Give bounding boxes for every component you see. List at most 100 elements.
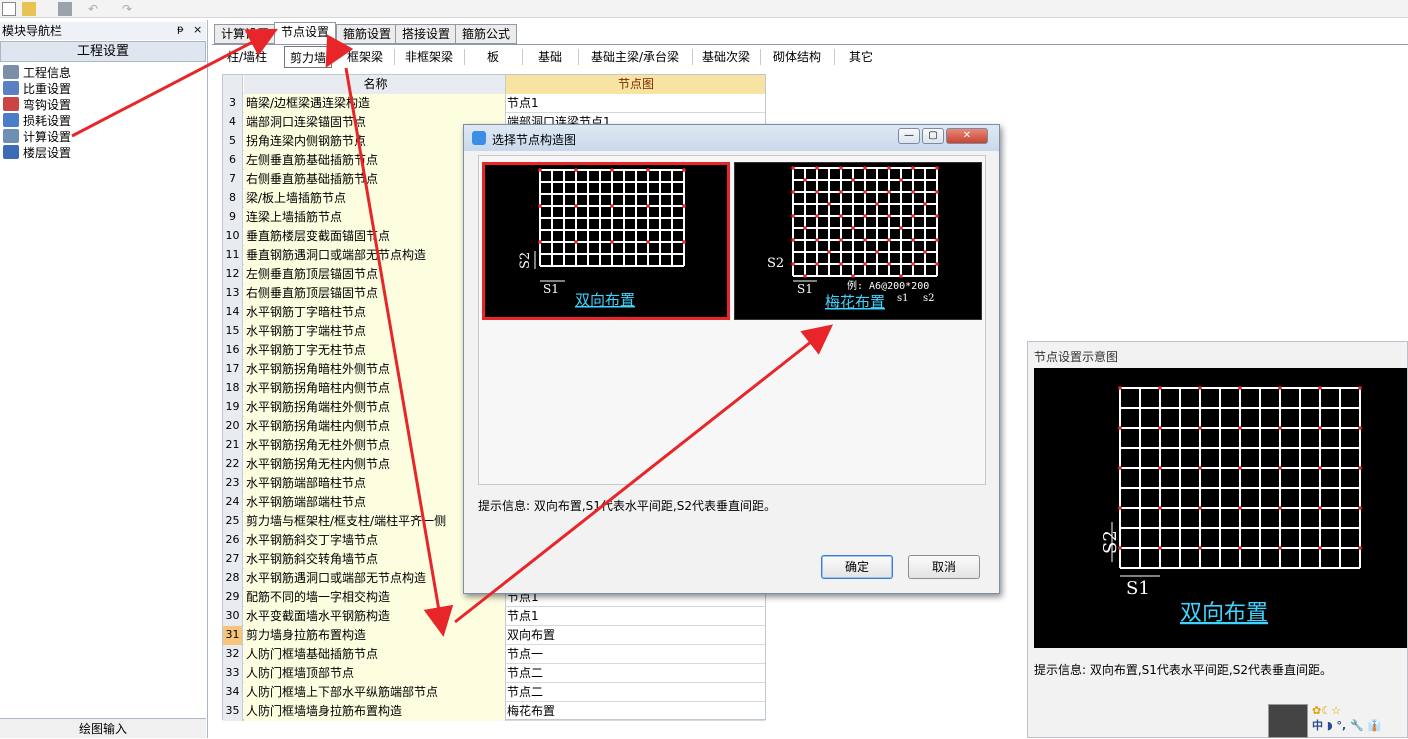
preview-caption: 双向布置 bbox=[1180, 601, 1268, 626]
subtab-slab[interactable]: 板 bbox=[468, 46, 518, 68]
row-index: 8 bbox=[223, 189, 243, 208]
nav-item-calc[interactable]: 计算设置 bbox=[3, 129, 71, 145]
nav-item-loss[interactable]: 损耗设置 bbox=[3, 113, 71, 129]
option-quincunx[interactable]: S2 S1 例: A6@200*200 s1 s2 梅花布置 bbox=[734, 162, 982, 320]
preview-tie-point bbox=[1118, 466, 1122, 470]
s1-label: S1 bbox=[1126, 578, 1150, 599]
quincunx-tie-point bbox=[911, 214, 915, 218]
table-row[interactable]: 31剪力墙身拉筋布置构造双向布置··· bbox=[223, 626, 765, 645]
preview-tie-point bbox=[1318, 386, 1322, 390]
subtab-shear-wall[interactable]: 剪力墙 bbox=[284, 46, 332, 68]
preview-tie-point bbox=[1358, 426, 1362, 430]
close-icon[interactable]: × bbox=[193, 23, 202, 36]
subtab-column[interactable]: 柱/墙柱 bbox=[218, 46, 276, 68]
row-index: 21 bbox=[223, 436, 243, 455]
quincunx-tie-point bbox=[815, 262, 819, 266]
pin-icon[interactable]: ᵽ bbox=[177, 24, 184, 35]
preview-tie-point bbox=[1198, 546, 1202, 550]
quincunx-tie-point bbox=[923, 202, 927, 206]
row-index: 25 bbox=[223, 512, 243, 531]
row-index: 3 bbox=[223, 94, 243, 113]
subtab-separator bbox=[464, 49, 465, 65]
preview-tie-point bbox=[1238, 506, 1242, 510]
option-bidirectional[interactable]: S2 S1 双向布置 bbox=[482, 162, 730, 320]
section-header-project-settings[interactable]: 工程设置 bbox=[0, 41, 206, 62]
nav-item-floor[interactable]: 楼层设置 bbox=[3, 145, 71, 161]
quincunx-tie-point bbox=[839, 238, 843, 242]
subtab-other[interactable]: 其它 bbox=[838, 46, 884, 68]
table-row[interactable]: 35 人防门框墙墙身拉筋布置构造 梅花布置 bbox=[223, 702, 765, 721]
quincunx-tie-point bbox=[875, 250, 879, 254]
row-node-value[interactable]: 节点1 bbox=[506, 607, 765, 626]
preview-tie-point bbox=[1358, 506, 1362, 510]
row-index: 15 bbox=[223, 322, 243, 341]
row-index: 30 bbox=[223, 607, 243, 626]
quincunx-diagram: S2 S1 例: A6@200*200s1 s2 梅花布置 bbox=[767, 166, 939, 311]
preview-tie-point bbox=[1158, 546, 1162, 550]
row-index: 35 bbox=[223, 702, 243, 721]
row-index: 12 bbox=[223, 265, 243, 284]
minimize-button[interactable]: — bbox=[898, 128, 920, 144]
preview-tie-point bbox=[1278, 546, 1282, 550]
example-label: 例: A6@200*200 bbox=[847, 279, 929, 292]
quincunx-tie-point bbox=[911, 238, 915, 242]
nav-item-project-info[interactable]: 工程信息 bbox=[3, 65, 71, 81]
nav-item-weight[interactable]: 比重设置 bbox=[3, 81, 71, 97]
table-row[interactable]: 34 人防门框墙上下部水平纵筋端部节点 节点二 bbox=[223, 683, 765, 702]
row-node-value[interactable]: 节点二 bbox=[506, 664, 765, 683]
undo-icon[interactable]: ↶ bbox=[88, 2, 102, 16]
new-file-icon[interactable] bbox=[2, 2, 16, 16]
ime-tray[interactable]: ✿☾☆ 中 ◗ °, 🔧 👔 bbox=[1308, 704, 1408, 738]
subtab-foundation[interactable]: 基础 bbox=[526, 46, 574, 68]
tab-stirrup-formula[interactable]: 箍筋公式 bbox=[455, 24, 518, 44]
tab-calc-settings[interactable]: 计算设置 bbox=[214, 24, 277, 44]
preview-tie-point bbox=[1318, 546, 1322, 550]
bidirectional-tie-point bbox=[646, 240, 650, 244]
tab-lap-settings[interactable]: 搭接设置 bbox=[395, 24, 458, 44]
subtab-non-frame-beam[interactable]: 非框架梁 bbox=[398, 46, 460, 68]
tab-stirrup-settings[interactable]: 箍筋设置 bbox=[336, 24, 399, 44]
nav-item-hook[interactable]: 弯钩设置 bbox=[3, 97, 71, 113]
save-icon[interactable] bbox=[58, 2, 72, 16]
row-node-value[interactable]: 梅花布置 bbox=[506, 702, 765, 721]
quincunx-tie-point bbox=[911, 166, 915, 170]
row-index: 4 bbox=[223, 113, 243, 132]
restore-button[interactable]: ▢ bbox=[922, 128, 944, 144]
hook-icon bbox=[3, 97, 19, 111]
subtab-foundation-main-beam[interactable]: 基础主梁/承台梁 bbox=[582, 46, 688, 68]
row-node-value[interactable]: 双向布置··· bbox=[506, 626, 765, 645]
tab-node-settings[interactable]: 节点设置 bbox=[274, 22, 337, 45]
table-row[interactable]: 33 人防门框墙顶部节点 节点二 bbox=[223, 664, 765, 683]
table-row[interactable]: 30 水平变截面墙水平钢筋构造 节点1 bbox=[223, 607, 765, 626]
table-row[interactable]: 32 人防门框墙基础插筋节点 节点一 bbox=[223, 645, 765, 664]
quincunx-tie-point bbox=[851, 274, 855, 278]
nav-panel-title: 模块导航栏 bbox=[0, 22, 206, 40]
subtab-foundation-secondary-beam[interactable]: 基础次梁 bbox=[696, 46, 756, 68]
preview-tie-point bbox=[1358, 546, 1362, 550]
subtab-frame-beam[interactable]: 框架梁 bbox=[340, 46, 390, 68]
redo-icon[interactable]: ↷ bbox=[122, 2, 136, 16]
open-folder-icon[interactable] bbox=[22, 2, 36, 16]
row-header-corner bbox=[223, 75, 243, 94]
cancel-button[interactable]: 取消 bbox=[908, 555, 980, 579]
row-node-value[interactable]: 节点1 bbox=[506, 94, 765, 113]
row-node-value[interactable]: 节点二 bbox=[506, 683, 765, 702]
subtab-separator bbox=[394, 49, 395, 65]
quincunx-tie-point bbox=[899, 274, 903, 278]
bidirectional-tie-point bbox=[610, 168, 614, 172]
subtab-separator bbox=[834, 49, 835, 65]
table-row[interactable]: 3 暗梁/边框梁遇连梁构造 节点1 bbox=[223, 94, 765, 113]
close-button[interactable]: ✕ bbox=[946, 128, 988, 144]
bidirectional-tie-point bbox=[682, 240, 686, 244]
column-header-node-diagram: 节点图 bbox=[506, 75, 765, 94]
subtab-masonry[interactable]: 砌体结构 bbox=[764, 46, 830, 68]
ok-button[interactable]: 确定 bbox=[821, 555, 893, 579]
drawing-input-tab[interactable]: 绘图输入 bbox=[0, 718, 206, 738]
row-index: 18 bbox=[223, 379, 243, 398]
row-index: 10 bbox=[223, 227, 243, 246]
quincunx-tie-point bbox=[935, 214, 939, 218]
preview-tie-point bbox=[1278, 466, 1282, 470]
row-node-value[interactable]: 节点一 bbox=[506, 645, 765, 664]
column-header-name: 名称 bbox=[244, 75, 506, 94]
tray-text: 中 ◗ °, 🔧 👔 bbox=[1312, 719, 1382, 732]
